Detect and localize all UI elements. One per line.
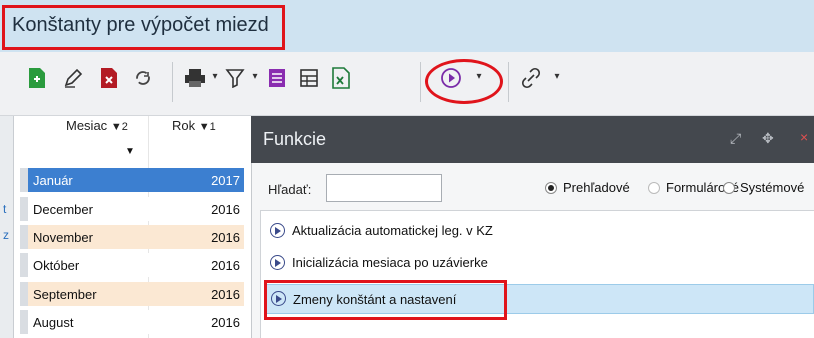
table-row[interactable]: December 2016 — [28, 197, 244, 221]
cell-year: 2016 — [211, 230, 240, 245]
link-icon[interactable] — [520, 66, 542, 90]
play-circle-icon — [270, 255, 285, 270]
cell-year: 2016 — [211, 287, 240, 302]
row-gutter — [20, 168, 28, 192]
link-dropdown-icon[interactable]: ▾ — [552, 72, 562, 82]
column-label: Mesiac — [66, 118, 108, 133]
cell-month: August — [33, 315, 74, 330]
list-item-label: Inicializácia mesiaca po uzávierke — [292, 255, 488, 270]
print-dropdown-icon[interactable]: ▾ — [210, 72, 220, 82]
cell-year: 2016 — [211, 258, 240, 273]
row-gutter — [20, 197, 28, 221]
cell-year: 2017 — [211, 173, 240, 188]
cell-month: Január — [33, 173, 73, 188]
filter-icon[interactable] — [224, 66, 246, 90]
refresh-icon[interactable] — [132, 66, 154, 90]
print-icon[interactable] — [184, 66, 206, 90]
list-item[interactable]: Inicializácia mesiaca po uzávierke — [264, 250, 814, 276]
row-gutter — [20, 282, 28, 306]
cell-month: September — [33, 287, 97, 302]
table-row[interactable]: August 2016 — [28, 310, 244, 334]
radio-formularove[interactable] — [648, 182, 660, 194]
radio-label: Prehľadové — [563, 180, 630, 195]
table-row[interactable]: November 2016 — [28, 225, 244, 249]
column-label: Rok — [172, 118, 196, 133]
move-icon[interactable]: ✥ — [762, 130, 774, 147]
row-gutter — [20, 253, 28, 277]
left-strip — [0, 116, 14, 338]
cell-year: 2016 — [211, 315, 240, 330]
edit-pen-icon[interactable] — [62, 66, 84, 90]
radio-label: Systémové — [740, 180, 805, 195]
play-highlight-circle — [425, 59, 503, 104]
column-header-mesiac[interactable]: Mesiac ▼2 — [66, 118, 128, 133]
table-icon[interactable] — [298, 66, 320, 90]
cell-month: November — [33, 230, 93, 245]
list-icon[interactable] — [266, 66, 288, 90]
cell-month: December — [33, 202, 93, 217]
toolbar-separator — [172, 62, 173, 102]
delete-icon[interactable] — [98, 66, 120, 90]
toolbar — [0, 52, 814, 116]
play-circle-icon — [270, 223, 285, 238]
table-row[interactable]: Január 2017 — [28, 168, 244, 192]
maximize-icon[interactable]: ⤢ — [730, 130, 741, 147]
toolbar-separator — [508, 62, 509, 102]
title-highlight-box — [2, 5, 285, 50]
radio-prehladove[interactable] — [545, 182, 557, 194]
sort-indicator: ▼2 — [110, 121, 128, 133]
left-strip-char: t — [3, 202, 7, 216]
sort-indicator: ▼1 — [198, 121, 216, 133]
cell-year: 2016 — [211, 202, 240, 217]
search-input[interactable] — [326, 174, 442, 202]
table-row[interactable]: Október 2016 — [28, 253, 244, 277]
search-label: Hľadať: — [268, 182, 312, 197]
column-header-rok[interactable]: Rok ▼1 — [172, 118, 216, 133]
list-item-label: Aktualizácia automatickej leg. v KZ — [292, 223, 493, 238]
item-highlight-box — [264, 280, 507, 320]
panel-title: Funkcie — [263, 129, 327, 149]
left-strip-char: z — [3, 228, 9, 242]
close-icon[interactable]: × — [800, 129, 808, 145]
new-document-icon[interactable] — [26, 66, 48, 90]
row-gutter — [20, 225, 28, 249]
toolbar-separator — [420, 62, 421, 102]
cell-month: Október — [33, 258, 80, 273]
radio-systemove[interactable] — [723, 182, 735, 194]
row-gutter — [20, 310, 28, 334]
filter-row-arrow-icon[interactable]: ▼ — [125, 146, 135, 157]
table-row[interactable]: September 2016 — [28, 282, 244, 306]
filter-dropdown-icon[interactable]: ▾ — [250, 72, 260, 82]
list-item[interactable]: Aktualizácia automatickej leg. v KZ — [264, 218, 814, 244]
excel-export-icon[interactable] — [330, 66, 352, 90]
